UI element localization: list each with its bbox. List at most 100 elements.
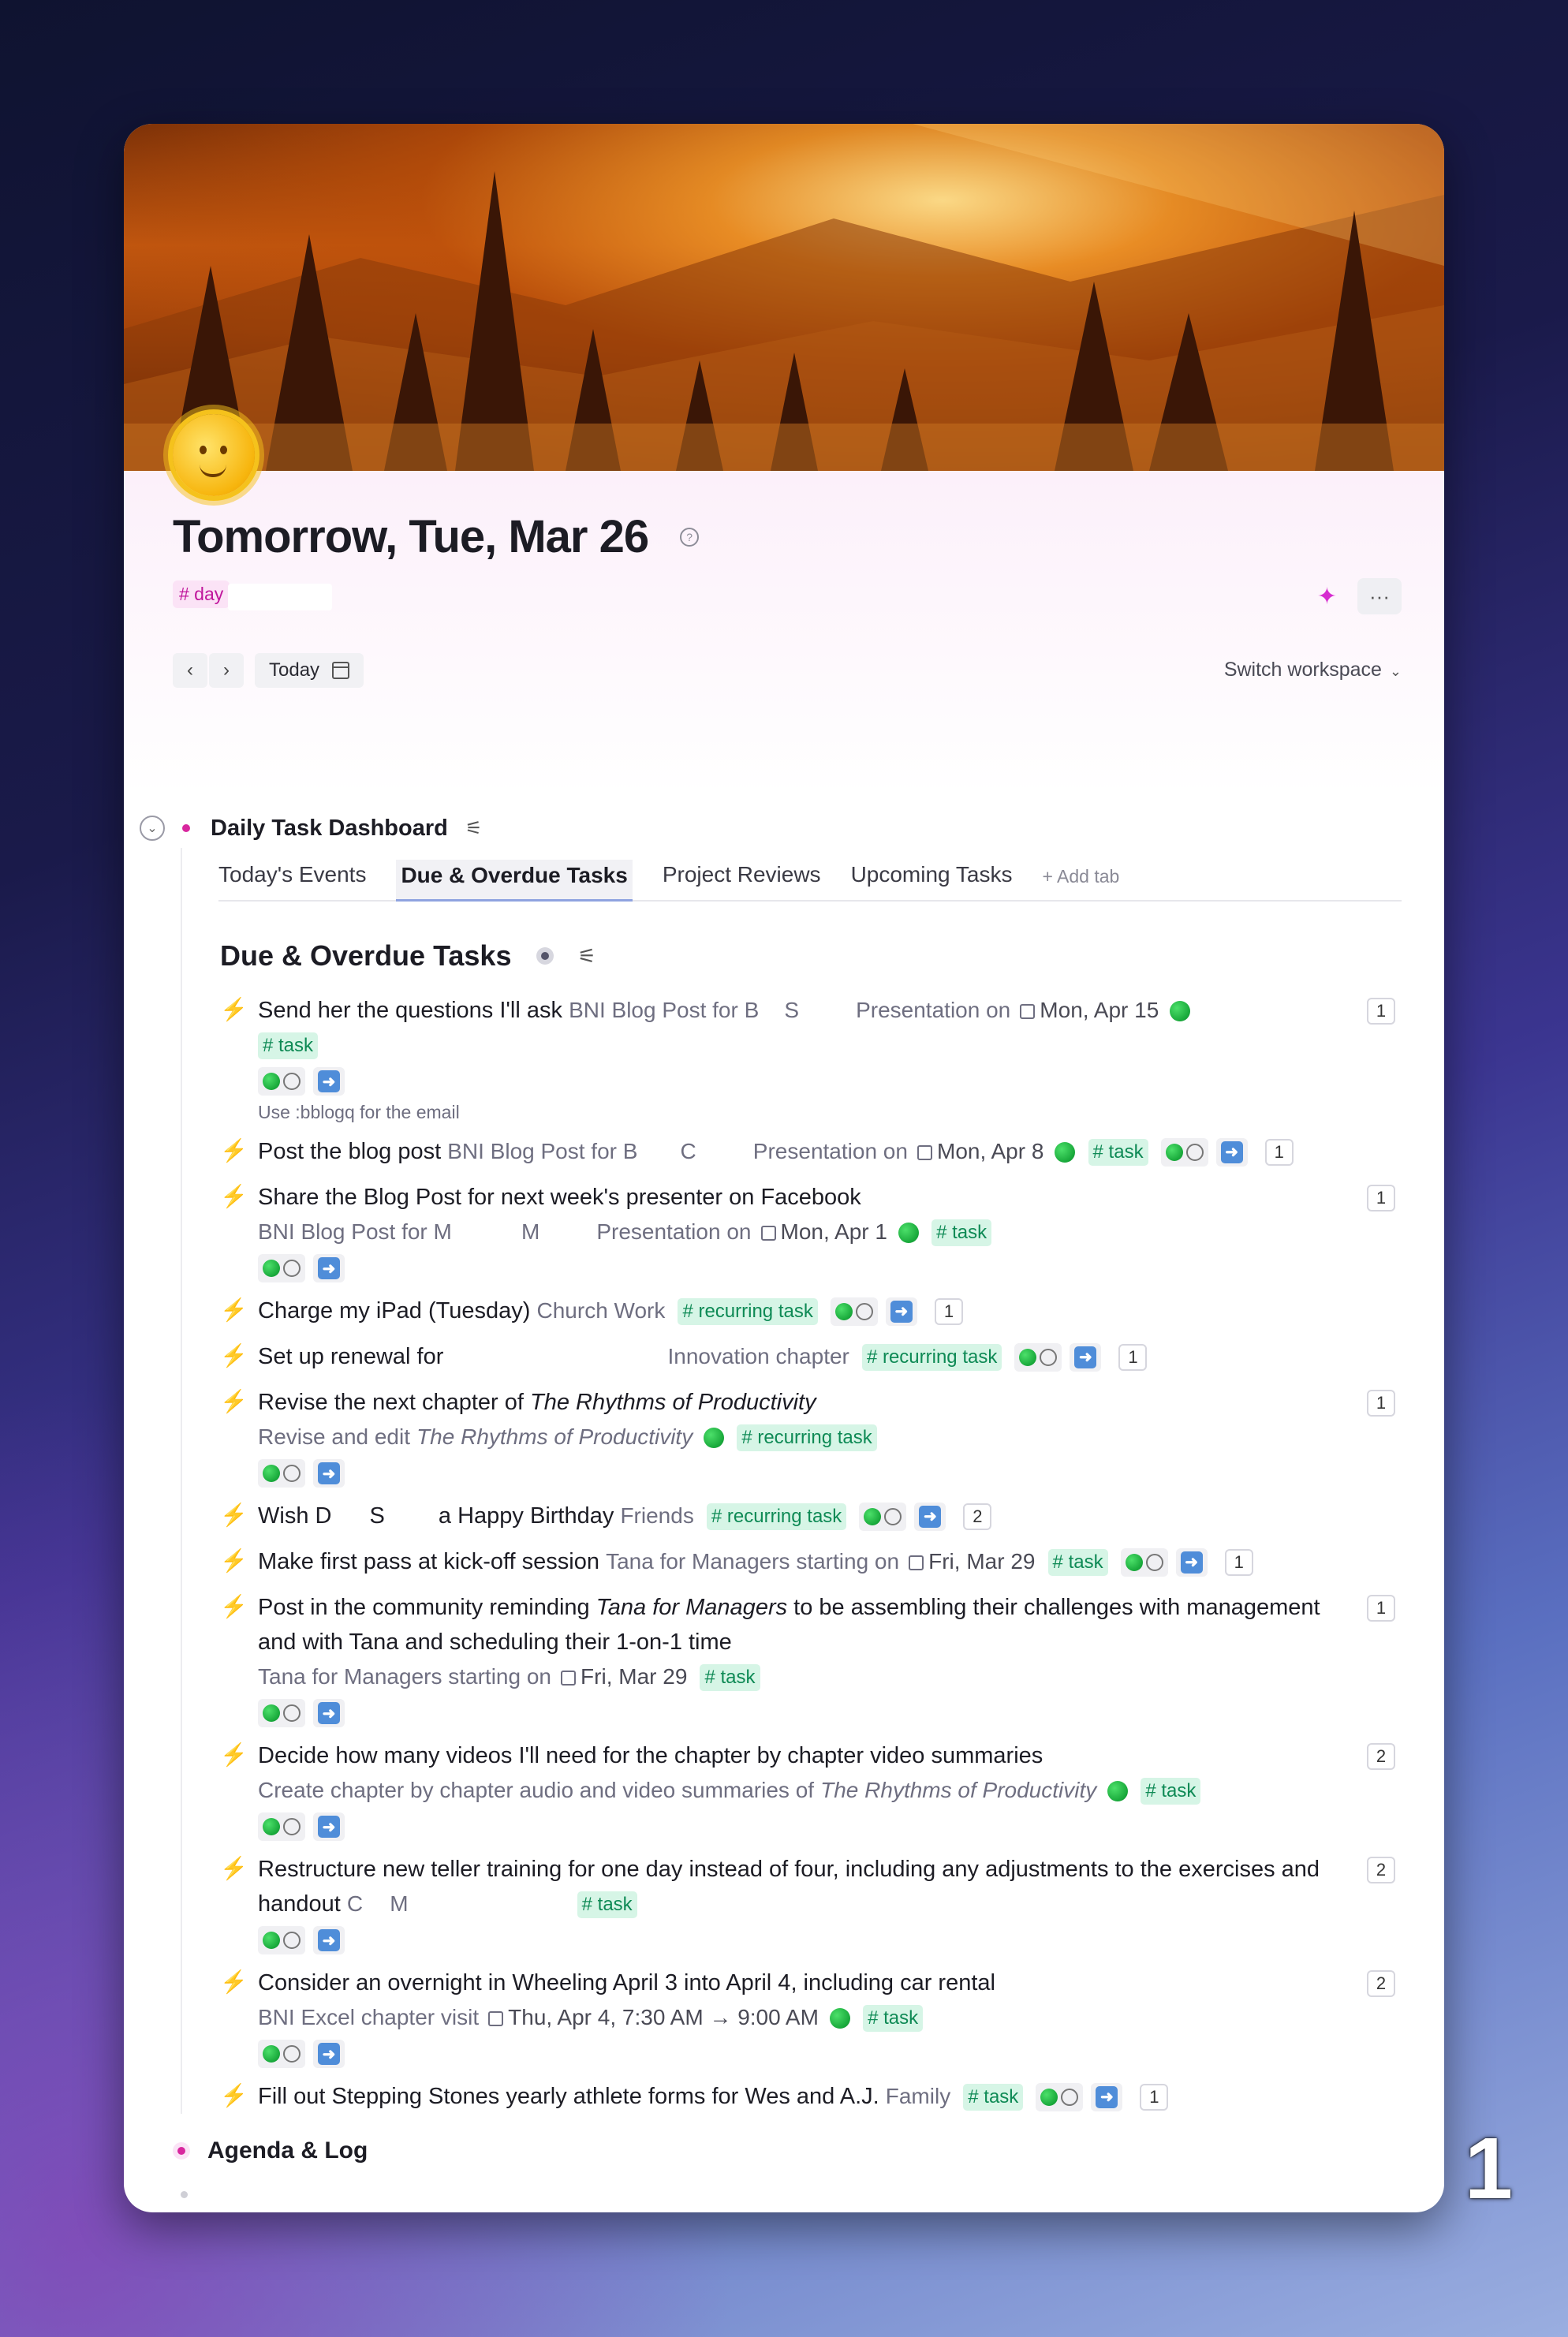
move-button[interactable]: ➜ <box>313 1812 345 1841</box>
task-item[interactable]: ⚡ Share the Blog Post for next week's pr… <box>220 1180 1402 1282</box>
status-timer-chip[interactable] <box>859 1503 907 1532</box>
move-button[interactable]: ➜ <box>1175 1548 1208 1577</box>
child-count-badge[interactable]: 1 <box>934 1298 963 1326</box>
ai-sparkle-icon[interactable]: ✦ <box>1317 583 1337 610</box>
task-reference-emphasis[interactable]: The Rhythms of Productivity <box>820 1778 1096 1802</box>
tab-upcoming-tasks[interactable]: Upcoming Tasks <box>851 862 1013 900</box>
child-count-badge[interactable]: 2 <box>1367 1743 1395 1770</box>
task-tag[interactable]: # task <box>1088 1139 1148 1167</box>
task-reference[interactable]: BNI Blog Post for M <box>258 1219 452 1244</box>
task-item[interactable]: ⚡ Decide how many videos I'll need for t… <box>220 1738 1402 1841</box>
task-tag[interactable]: # recurring task <box>706 1503 847 1531</box>
status-timer-chip[interactable] <box>258 1926 305 1954</box>
child-count-badge[interactable]: 1 <box>1118 1344 1148 1372</box>
move-button[interactable]: ➜ <box>313 1254 345 1282</box>
task-tag[interactable]: # task <box>1141 1778 1201 1805</box>
task-reference[interactable]: BNI Blog Post for B <box>569 998 759 1022</box>
move-button[interactable]: ➜ <box>313 1699 345 1727</box>
task-item[interactable]: ⚡ Set up renewal for Innovation chapter … <box>220 1339 1402 1374</box>
next-day-button[interactable]: › <box>209 652 244 688</box>
task-date[interactable]: Thu, Apr 4, 7:30 AM → 9:00 AM <box>508 2005 819 2029</box>
child-count-badge[interactable]: 1 <box>1264 1139 1294 1167</box>
today-button[interactable]: Today <box>255 652 364 688</box>
task-reference[interactable]: Family <box>886 2084 950 2108</box>
status-timer-chip[interactable] <box>258 1067 305 1096</box>
status-timer-chip[interactable] <box>1160 1138 1208 1167</box>
task-reference[interactable]: Tana for Managers starting on <box>606 1549 899 1574</box>
child-count-badge[interactable]: 1 <box>1367 1185 1395 1211</box>
move-button[interactable]: ➜ <box>1215 1138 1248 1167</box>
move-button[interactable]: ➜ <box>1070 1343 1102 1372</box>
task-reference[interactable]: Tana for Managers starting on <box>258 1664 551 1689</box>
move-button[interactable]: ➜ <box>313 1067 345 1096</box>
task-reference[interactable]: BNI Blog Post for B <box>447 1139 637 1163</box>
task-reference-emphasis[interactable]: The Rhythms of Productivity <box>416 1424 693 1449</box>
child-count-badge[interactable]: 1 <box>1140 2084 1169 2111</box>
task-tag[interactable]: # task <box>1047 1549 1108 1577</box>
task-date[interactable]: Mon, Apr 1 <box>781 1219 887 1244</box>
move-button[interactable]: ➜ <box>914 1503 946 1532</box>
task-date[interactable]: Mon, Apr 8 <box>937 1139 1043 1163</box>
task-item[interactable]: ⚡ Consider an overnight in Wheeling Apri… <box>220 1966 1402 2068</box>
status-timer-chip[interactable] <box>258 1459 305 1488</box>
tab-project-reviews[interactable]: Project Reviews <box>663 862 821 900</box>
child-count-badge[interactable]: 1 <box>1367 998 1395 1025</box>
switch-workspace-button[interactable]: Switch workspace ⌄ <box>1224 659 1402 681</box>
node-bullet[interactable] <box>173 2142 190 2160</box>
task-tag[interactable]: # recurring task <box>737 1424 877 1452</box>
move-button[interactable]: ➜ <box>313 1459 345 1488</box>
move-button[interactable]: ➜ <box>1091 2083 1123 2112</box>
task-item[interactable]: ⚡ Charge my iPad (Tuesday) Church Work #… <box>220 1294 1402 1328</box>
child-count-badge[interactable]: 1 <box>1367 1390 1395 1417</box>
task-tag[interactable]: # task <box>700 1664 760 1692</box>
day-tag[interactable]: # day <box>173 581 230 608</box>
move-button[interactable]: ➜ <box>313 2040 345 2068</box>
task-reference[interactable]: Revise and edit <box>258 1424 410 1449</box>
task-date[interactable]: Fri, Mar 29 <box>581 1664 687 1689</box>
tab-todays-events[interactable]: Today's Events <box>218 862 366 900</box>
child-count-badge[interactable]: 2 <box>963 1503 992 1531</box>
task-date[interactable]: Fri, Mar 29 <box>928 1549 1035 1574</box>
task-item[interactable]: ⚡ Restructure new teller training for on… <box>220 1852 1402 1954</box>
view-toggle-icon[interactable] <box>536 947 554 965</box>
add-tab-button[interactable]: + Add tab <box>1042 866 1119 900</box>
task-date[interactable]: Mon, Apr 15 <box>1040 998 1159 1022</box>
task-tag[interactable]: # recurring task <box>678 1298 818 1326</box>
task-tag[interactable]: # recurring task <box>861 1344 1002 1372</box>
task-reference[interactable]: BNI Excel chapter visit <box>258 2005 479 2029</box>
task-item[interactable]: ⚡ Revise the next chapter of The Rhythms… <box>220 1385 1402 1488</box>
status-timer-chip[interactable] <box>830 1297 878 1327</box>
status-timer-chip[interactable] <box>1120 1548 1168 1577</box>
collapse-toggle-icon[interactable]: ⌄ <box>140 816 165 841</box>
task-reference[interactable]: C <box>347 1891 363 1916</box>
task-reference-part[interactable]: M <box>390 1891 408 1916</box>
task-item[interactable]: ⚡ Make first pass at kick-off session Ta… <box>220 1544 1402 1579</box>
child-count-badge[interactable]: 1 <box>1224 1549 1253 1577</box>
previous-day-button[interactable]: ‹ <box>173 652 207 688</box>
task-item[interactable]: ⚡ Post the blog post BNI Blog Post for B… <box>220 1134 1402 1169</box>
move-button[interactable]: ➜ <box>885 1297 917 1327</box>
child-count-badge[interactable]: 1 <box>1367 1595 1395 1622</box>
node-bullet[interactable] <box>182 824 190 832</box>
settings-sliders-icon[interactable]: ⚟ <box>465 817 483 840</box>
task-item[interactable]: ⚡ Post in the community reminding Tana f… <box>220 1590 1402 1727</box>
filter-sliders-icon[interactable]: ⚟ <box>577 944 595 969</box>
empty-node-bullet[interactable] <box>181 2191 188 2198</box>
task-item[interactable]: ⚡ Wish D S a Happy Birthday Friends # re… <box>220 1499 1402 1533</box>
status-timer-chip[interactable] <box>258 2040 305 2068</box>
status-timer-chip[interactable] <box>258 1812 305 1841</box>
task-tag[interactable]: # task <box>258 1032 319 1060</box>
task-reference[interactable]: Church Work <box>537 1298 666 1323</box>
status-timer-chip[interactable] <box>1036 2083 1084 2112</box>
task-tag[interactable]: # task <box>863 2005 924 2033</box>
status-timer-chip[interactable] <box>258 1699 305 1727</box>
help-icon[interactable]: ? <box>680 527 700 547</box>
task-reference[interactable]: Friends <box>620 1503 693 1528</box>
status-timer-chip[interactable] <box>1014 1343 1062 1372</box>
task-tag[interactable]: # task <box>931 1219 992 1247</box>
tab-due-overdue-tasks[interactable]: Due & Overdue Tasks <box>396 860 633 902</box>
more-options-button[interactable]: ··· <box>1357 578 1402 614</box>
task-reference[interactable]: Innovation chapter <box>667 1344 849 1368</box>
task-item[interactable]: ⚡ Fill out Stepping Stones yearly athlet… <box>220 2079 1402 2114</box>
task-reference[interactable]: Create chapter by chapter audio and vide… <box>258 1778 814 1802</box>
